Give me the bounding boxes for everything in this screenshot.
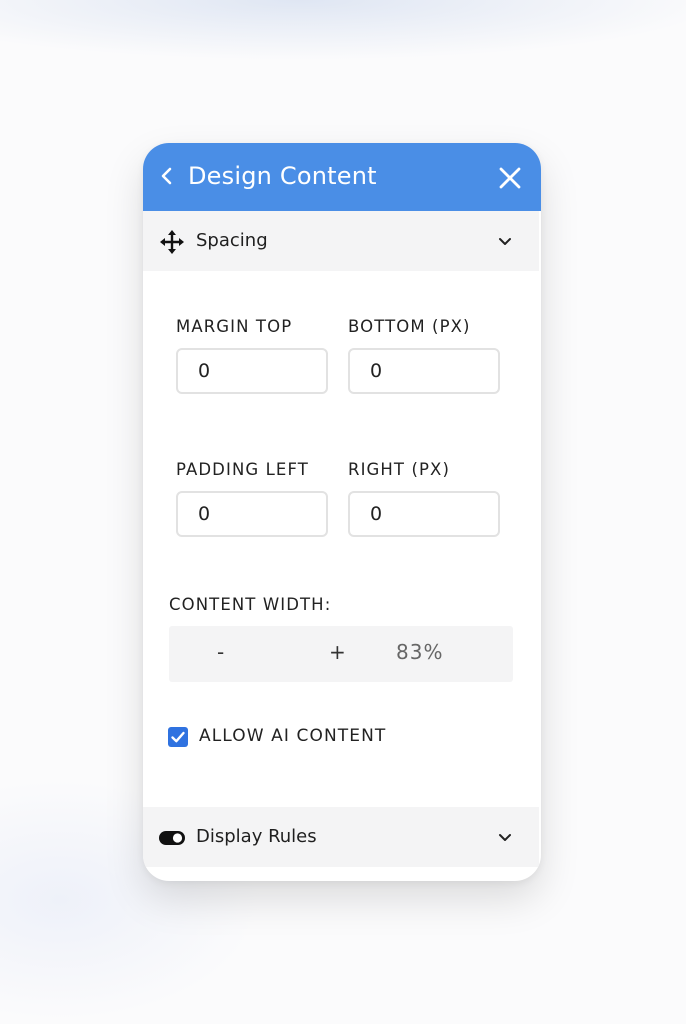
display-rules-section-header[interactable]: Display Rules <box>143 807 539 867</box>
display-rules-label: Display Rules <box>196 826 317 847</box>
toggle-icon <box>159 831 185 845</box>
checkmark-icon <box>171 731 185 743</box>
close-icon <box>499 167 521 189</box>
decrease-width-button[interactable]: - <box>217 640 224 664</box>
close-button[interactable] <box>495 163 525 193</box>
margin-bottom-label: BOTTOM (PX) <box>348 317 471 336</box>
content-width-value: 83% <box>396 640 444 664</box>
panel-header: Design Content <box>143 143 541 211</box>
padding-left-input[interactable] <box>176 491 328 537</box>
chevron-down-icon <box>499 834 511 841</box>
padding-right-input[interactable] <box>348 491 500 537</box>
allow-ai-label: ALLOW AI CONTENT <box>199 726 387 746</box>
spacing-section-header[interactable]: Spacing <box>143 211 539 271</box>
margin-top-label: MARGIN TOP <box>176 317 293 336</box>
chevron-left-icon <box>161 167 172 185</box>
move-arrows-icon <box>160 230 184 254</box>
padding-right-label: RIGHT (PX) <box>348 460 450 479</box>
content-width-stepper: - + 83% <box>169 626 513 682</box>
spacing-section-label: Spacing <box>196 230 268 251</box>
design-content-panel: Design Content Spacing MARGIN TOP BOTTOM… <box>143 143 541 881</box>
increase-width-button[interactable]: + <box>329 640 346 664</box>
margin-bottom-input[interactable] <box>348 348 500 394</box>
content-width-label: CONTENT WIDTH: <box>169 595 332 614</box>
allow-ai-checkbox[interactable] <box>168 727 188 747</box>
chevron-down-icon <box>499 238 511 245</box>
back-button[interactable] <box>155 161 179 191</box>
margin-top-input[interactable] <box>176 348 328 394</box>
padding-left-label: PADDING LEFT <box>176 460 309 479</box>
panel-title: Design Content <box>188 162 377 190</box>
